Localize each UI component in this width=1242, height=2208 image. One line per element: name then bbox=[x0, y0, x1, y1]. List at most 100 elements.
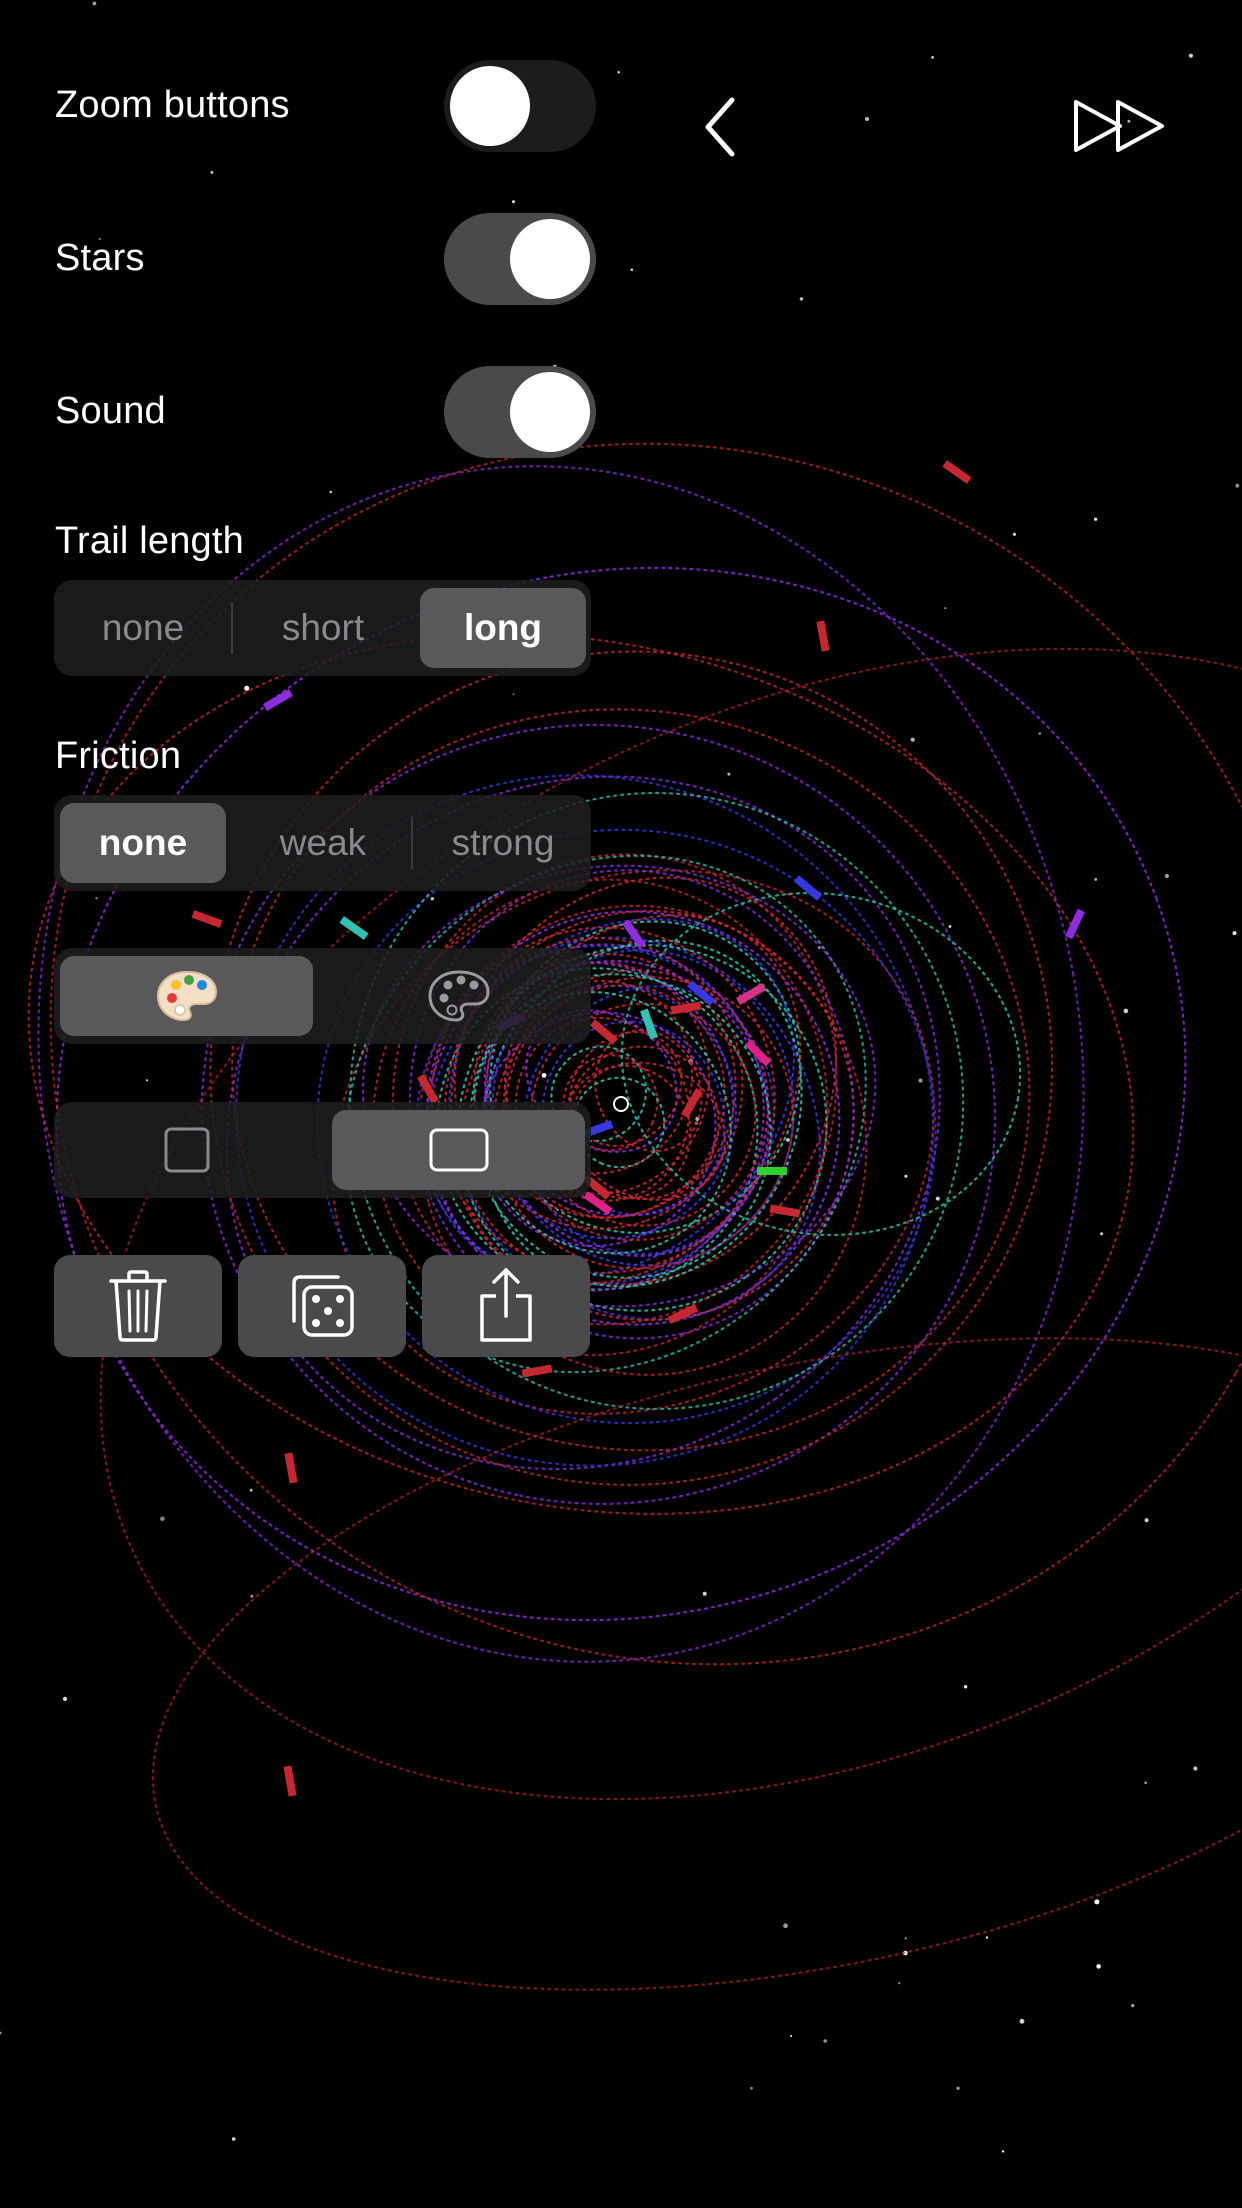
star bbox=[948, 925, 952, 928]
back-button[interactable] bbox=[700, 96, 750, 158]
orbiting-body bbox=[263, 689, 293, 711]
toggle-knob bbox=[510, 372, 590, 452]
sound-label: Sound bbox=[55, 390, 166, 432]
star bbox=[1164, 873, 1169, 879]
star bbox=[790, 2035, 793, 2037]
star bbox=[956, 2086, 960, 2090]
star bbox=[783, 1923, 788, 1929]
star bbox=[1001, 2150, 1005, 2153]
star bbox=[630, 268, 634, 272]
orbiting-body bbox=[521, 1364, 553, 1378]
orbit-trail bbox=[27, 632, 1135, 1516]
star bbox=[1096, 1964, 1101, 1969]
star bbox=[1100, 1232, 1104, 1236]
star bbox=[541, 1073, 547, 1078]
color-palette-option[interactable] bbox=[60, 956, 313, 1036]
star bbox=[1232, 931, 1237, 936]
segment-divider bbox=[411, 817, 413, 869]
orbiting-body bbox=[640, 1008, 658, 1040]
trail-option-none[interactable]: none bbox=[60, 588, 226, 668]
orbiting-body bbox=[284, 1452, 298, 1484]
star bbox=[898, 1982, 901, 1985]
trail-option-short[interactable]: short bbox=[240, 588, 406, 668]
star bbox=[985, 1936, 989, 1939]
color-mode-segmented-control bbox=[54, 948, 591, 1044]
friction-option-weak[interactable]: weak bbox=[240, 803, 406, 883]
star bbox=[750, 2086, 753, 2090]
mono-palette-option[interactable] bbox=[332, 956, 585, 1036]
orbiting-body bbox=[757, 1167, 787, 1175]
star bbox=[231, 2137, 236, 2141]
orbiting-body bbox=[191, 910, 223, 928]
friction-label: Friction bbox=[55, 735, 182, 777]
trail-length-segmented-control: none short long bbox=[54, 580, 591, 676]
orbiting-body bbox=[793, 875, 823, 901]
dice-icon bbox=[292, 1275, 354, 1337]
star bbox=[146, 1079, 148, 1082]
zoom-buttons-toggle[interactable] bbox=[444, 60, 596, 152]
star bbox=[1188, 53, 1193, 58]
star bbox=[1019, 2018, 1025, 2024]
star bbox=[617, 71, 620, 74]
star bbox=[95, 897, 98, 900]
star bbox=[62, 1696, 68, 1701]
trash-icon bbox=[109, 1270, 167, 1342]
sound-toggle[interactable] bbox=[444, 366, 596, 458]
chevron-left-icon bbox=[705, 97, 735, 157]
orbiting-body bbox=[622, 919, 646, 949]
star bbox=[329, 490, 333, 494]
orbiting-body bbox=[816, 620, 830, 652]
square-icon bbox=[164, 1127, 209, 1173]
star bbox=[244, 685, 250, 691]
zoom-buttons-label: Zoom buttons bbox=[55, 84, 290, 126]
toggle-knob bbox=[510, 219, 590, 299]
fast-forward-icon bbox=[1074, 100, 1164, 152]
star bbox=[512, 693, 515, 696]
star-field bbox=[0, 1, 1240, 2153]
orbiting-body bbox=[769, 1204, 801, 1218]
friction-option-none[interactable]: none bbox=[60, 803, 226, 883]
randomize-button[interactable] bbox=[238, 1255, 406, 1357]
clear-button[interactable] bbox=[54, 1255, 222, 1357]
trail-option-long[interactable]: long bbox=[420, 588, 586, 668]
aspect-mode-segmented-control bbox=[54, 1102, 591, 1198]
star bbox=[727, 772, 731, 776]
star bbox=[0, 2031, 2, 2035]
star bbox=[1123, 1008, 1129, 1014]
star bbox=[512, 200, 515, 204]
star bbox=[1131, 2004, 1135, 2008]
star bbox=[1235, 483, 1240, 488]
star bbox=[210, 171, 214, 174]
star bbox=[786, 1138, 790, 1142]
star bbox=[1094, 1899, 1100, 1905]
orbiting-body bbox=[283, 1765, 297, 1797]
square-option[interactable] bbox=[60, 1110, 313, 1190]
star bbox=[904, 1174, 908, 1178]
share-button[interactable] bbox=[422, 1255, 590, 1357]
trail-length-label: Trail length bbox=[55, 520, 244, 562]
palette-mono-icon bbox=[427, 970, 490, 1022]
star bbox=[1094, 878, 1098, 881]
star bbox=[865, 117, 869, 121]
palette-color-icon bbox=[156, 970, 217, 1022]
stars-toggle[interactable] bbox=[444, 213, 596, 305]
rectangle-icon bbox=[429, 1128, 488, 1172]
star bbox=[963, 1685, 968, 1689]
orbit-trail bbox=[49, 442, 1242, 1666]
rectangle-option[interactable] bbox=[332, 1110, 585, 1190]
toggle-knob bbox=[450, 66, 530, 146]
orbit-trail bbox=[151, 1337, 1242, 1991]
star bbox=[931, 56, 934, 59]
star bbox=[160, 1516, 165, 1522]
star bbox=[918, 1078, 923, 1083]
fast-forward-button[interactable] bbox=[1072, 98, 1166, 154]
orbiting-body bbox=[942, 460, 972, 484]
friction-option-strong[interactable]: strong bbox=[420, 803, 586, 883]
star bbox=[1038, 732, 1042, 735]
star bbox=[910, 737, 915, 742]
stars-label: Stars bbox=[55, 237, 145, 279]
star bbox=[1094, 517, 1098, 521]
orbit-trail bbox=[209, 650, 1054, 1486]
star bbox=[799, 297, 804, 301]
star bbox=[250, 1594, 254, 1598]
